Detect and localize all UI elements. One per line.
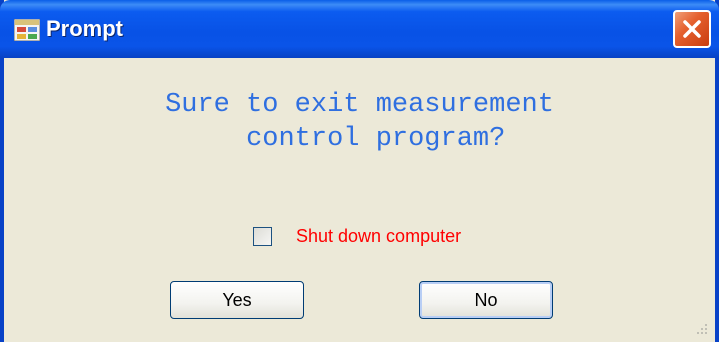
no-button[interactable]: No xyxy=(419,281,553,319)
close-button[interactable] xyxy=(673,10,711,48)
title-bar[interactable]: Prompt xyxy=(0,0,719,58)
window-title: Prompt xyxy=(46,16,123,41)
prompt-message: Sure to exit measurement control program… xyxy=(165,90,554,154)
resize-grip-icon[interactable] xyxy=(695,322,709,336)
yes-button[interactable]: Yes xyxy=(170,281,304,319)
close-icon xyxy=(683,20,701,38)
shutdown-checkbox[interactable] xyxy=(253,226,272,246)
application-icon xyxy=(13,18,41,42)
shutdown-option[interactable]: Shut down computer xyxy=(253,222,461,250)
shutdown-checkbox-label[interactable]: Shut down computer xyxy=(296,226,461,247)
prompt-dialog: Prompt Sure to exit measurement control … xyxy=(0,0,719,342)
